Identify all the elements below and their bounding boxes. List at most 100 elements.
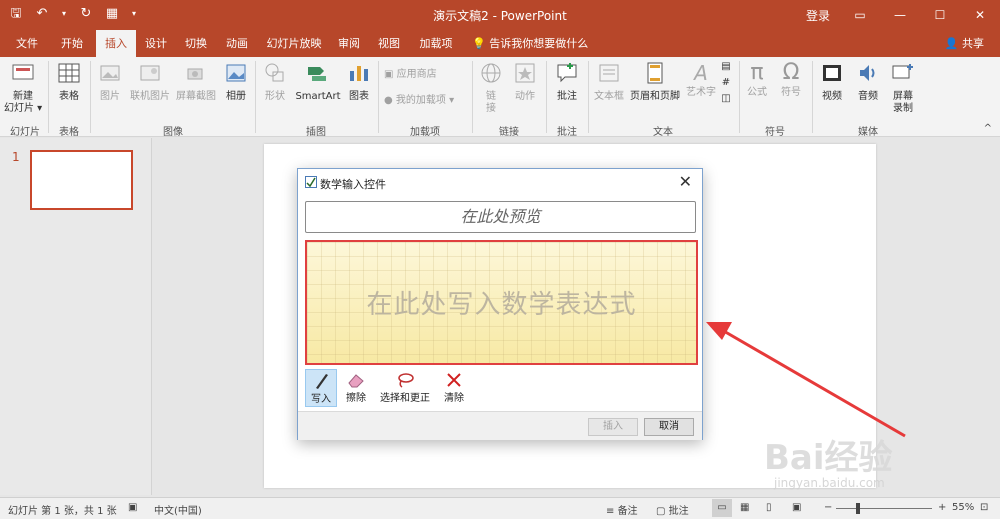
signin-link[interactable]: 登录 [806, 7, 830, 24]
cancel-button[interactable]: 取消 [644, 418, 694, 436]
omega-icon: Ω [782, 60, 800, 85]
new-slide-button[interactable]: 新建 幻灯片 ▾ [4, 61, 42, 115]
normal-view-icon[interactable]: ▭ [712, 499, 732, 517]
group-separator [588, 61, 589, 133]
share-button[interactable]: 👤 共享 [945, 30, 984, 57]
erase-tool-button[interactable]: 擦除 [341, 369, 371, 407]
tab-file[interactable]: 文件 [8, 30, 46, 57]
ink-toolbar: 写入 擦除 选择和更正 清除 [305, 369, 469, 407]
select-correct-tool-button[interactable]: 选择和更正 [375, 369, 435, 407]
link-button[interactable]: 链 接 [476, 61, 506, 115]
dialog-title: 数学输入控件 [320, 178, 386, 191]
status-bar: 幻灯片 第 1 张，共 1 张 ▣ 中文(中国) ≡ 备注 ▢ 批注 ▭ ▦ ▯… [0, 497, 1000, 519]
slide-thumbnail[interactable] [30, 150, 133, 210]
tab-design[interactable]: 设计 [140, 30, 172, 57]
store-button[interactable]: ▣ 应用商店 [384, 69, 468, 81]
tab-transitions[interactable]: 切换 [178, 30, 214, 57]
chart-button[interactable]: 图表 [344, 61, 374, 103]
screenshot-button[interactable]: 屏幕截图 [174, 61, 218, 103]
write-tool-label: 写入 [311, 394, 331, 405]
smartart-icon [308, 67, 326, 81]
notes-button[interactable]: ≡ 备注 [606, 502, 638, 517]
maximize-icon[interactable]: ☐ [920, 0, 960, 30]
math-input-icon [305, 176, 317, 188]
group-illustrations-label: 插图 [306, 127, 326, 138]
wordart-icon: A [694, 61, 708, 85]
tab-review[interactable]: 审阅 [333, 30, 365, 57]
insert-button[interactable]: 插入 [588, 418, 638, 436]
smartart-button[interactable]: SmartArt [294, 61, 342, 103]
star-action-icon [515, 63, 535, 83]
textbox-button[interactable]: 文本框 [591, 61, 627, 103]
picture-label: 图片 [100, 91, 120, 102]
language-indicator[interactable]: 中文(中国) [154, 502, 202, 517]
action-button[interactable]: 动作 [508, 61, 542, 103]
video-button[interactable]: 视频 [816, 61, 848, 103]
chart-icon [350, 66, 368, 81]
symbol-button[interactable]: Ω 符号 [776, 61, 806, 99]
online-picture-button[interactable]: 联机图片 [128, 61, 172, 103]
group-addins-label: 加载项 [410, 127, 440, 138]
slideshow-icon[interactable]: ▣ [792, 502, 801, 513]
person-icon: 👤 [944, 37, 959, 50]
tab-insert[interactable]: 插入 [96, 30, 136, 57]
tab-addins[interactable]: 加载项 [414, 30, 458, 57]
slide-count: 幻灯片 第 1 张，共 1 张 [8, 506, 117, 517]
clear-tool-button[interactable]: 清除 [439, 369, 469, 407]
audio-label: 音频 [858, 91, 878, 102]
clear-icon [447, 373, 461, 387]
tab-slideshow[interactable]: 幻灯片放映 [262, 30, 326, 57]
comment-button[interactable]: 批注 [550, 61, 584, 103]
tab-home[interactable]: 开始 [52, 30, 92, 57]
date-time-icon: ▤ [721, 61, 731, 72]
screen-record-button[interactable]: 屏幕 录制 [886, 61, 920, 115]
eraser-icon [348, 374, 364, 388]
online-picture-label: 联机图片 [130, 91, 170, 102]
minimize-icon[interactable]: — [880, 0, 920, 30]
math-input-dialog: 数学输入控件 ✕ 在此处预览 在此处写入数学表达式 写入 擦除 选择和更正 清除… [297, 168, 703, 440]
zoom-out-button[interactable]: − [824, 502, 832, 513]
header-footer-label: 页眉和页脚 [630, 91, 680, 102]
equation-button[interactable]: π 公式 [742, 61, 772, 99]
header-footer-button[interactable]: 页眉和页脚 [628, 61, 682, 103]
film-icon [823, 65, 841, 81]
spellcheck-icon[interactable]: ▣ [128, 502, 137, 513]
zoom-slider[interactable] [836, 508, 932, 509]
fit-to-window-icon[interactable]: ⊡ [980, 502, 988, 513]
text-small-buttons[interactable]: ▤ # ◫ [718, 61, 734, 109]
reading-view-icon[interactable]: ▯ [766, 502, 772, 513]
comment-label: 批注 [557, 91, 577, 102]
audio-button[interactable]: 音频 [852, 61, 884, 103]
comments-button[interactable]: ▢ 批注 [656, 502, 689, 517]
tab-view[interactable]: 视图 [373, 30, 405, 57]
collapse-ribbon-icon[interactable]: ^ [984, 123, 992, 134]
group-separator [90, 61, 91, 133]
write-tool-button[interactable]: 写入 [305, 369, 337, 407]
close-icon[interactable]: ✕ [960, 0, 1000, 30]
my-addins-button[interactable]: ● 我的加载项 ▾ [384, 95, 468, 107]
chevron-down-icon: ▾ [445, 95, 455, 106]
tell-me-label: 告诉我你想要做什么 [489, 37, 589, 50]
zoom-level[interactable]: 55% [952, 502, 974, 513]
tell-me-search[interactable]: 💡 告诉我你想要做什么 [472, 30, 588, 57]
wordart-button[interactable]: A 艺术字 [684, 61, 718, 99]
group-symbols-label: 符号 [765, 127, 785, 138]
album-button[interactable]: 相册 [220, 61, 252, 103]
lightbulb-icon: 💡 [472, 37, 486, 50]
erase-tool-label: 擦除 [346, 393, 366, 404]
ribbon-display-icon[interactable]: ▭ [840, 0, 880, 30]
album-label: 相册 [226, 91, 246, 102]
slide-sorter-icon[interactable]: ▦ [740, 502, 749, 513]
clear-tool-label: 清除 [444, 393, 464, 404]
slide-number-icon: # [721, 77, 731, 88]
zoom-in-button[interactable]: + [938, 502, 946, 513]
close-icon[interactable]: ✕ [679, 172, 692, 191]
picture-button[interactable]: 图片 [94, 61, 126, 103]
group-separator [48, 61, 49, 133]
handwriting-pad[interactable]: 在此处写入数学表达式 [305, 240, 698, 365]
zoom-slider-thumb[interactable] [856, 503, 860, 514]
table-button[interactable]: 表格 [52, 61, 86, 103]
video-label: 视频 [822, 91, 842, 102]
tab-animations[interactable]: 动画 [220, 30, 254, 57]
shapes-button[interactable]: 形状 [258, 61, 292, 103]
